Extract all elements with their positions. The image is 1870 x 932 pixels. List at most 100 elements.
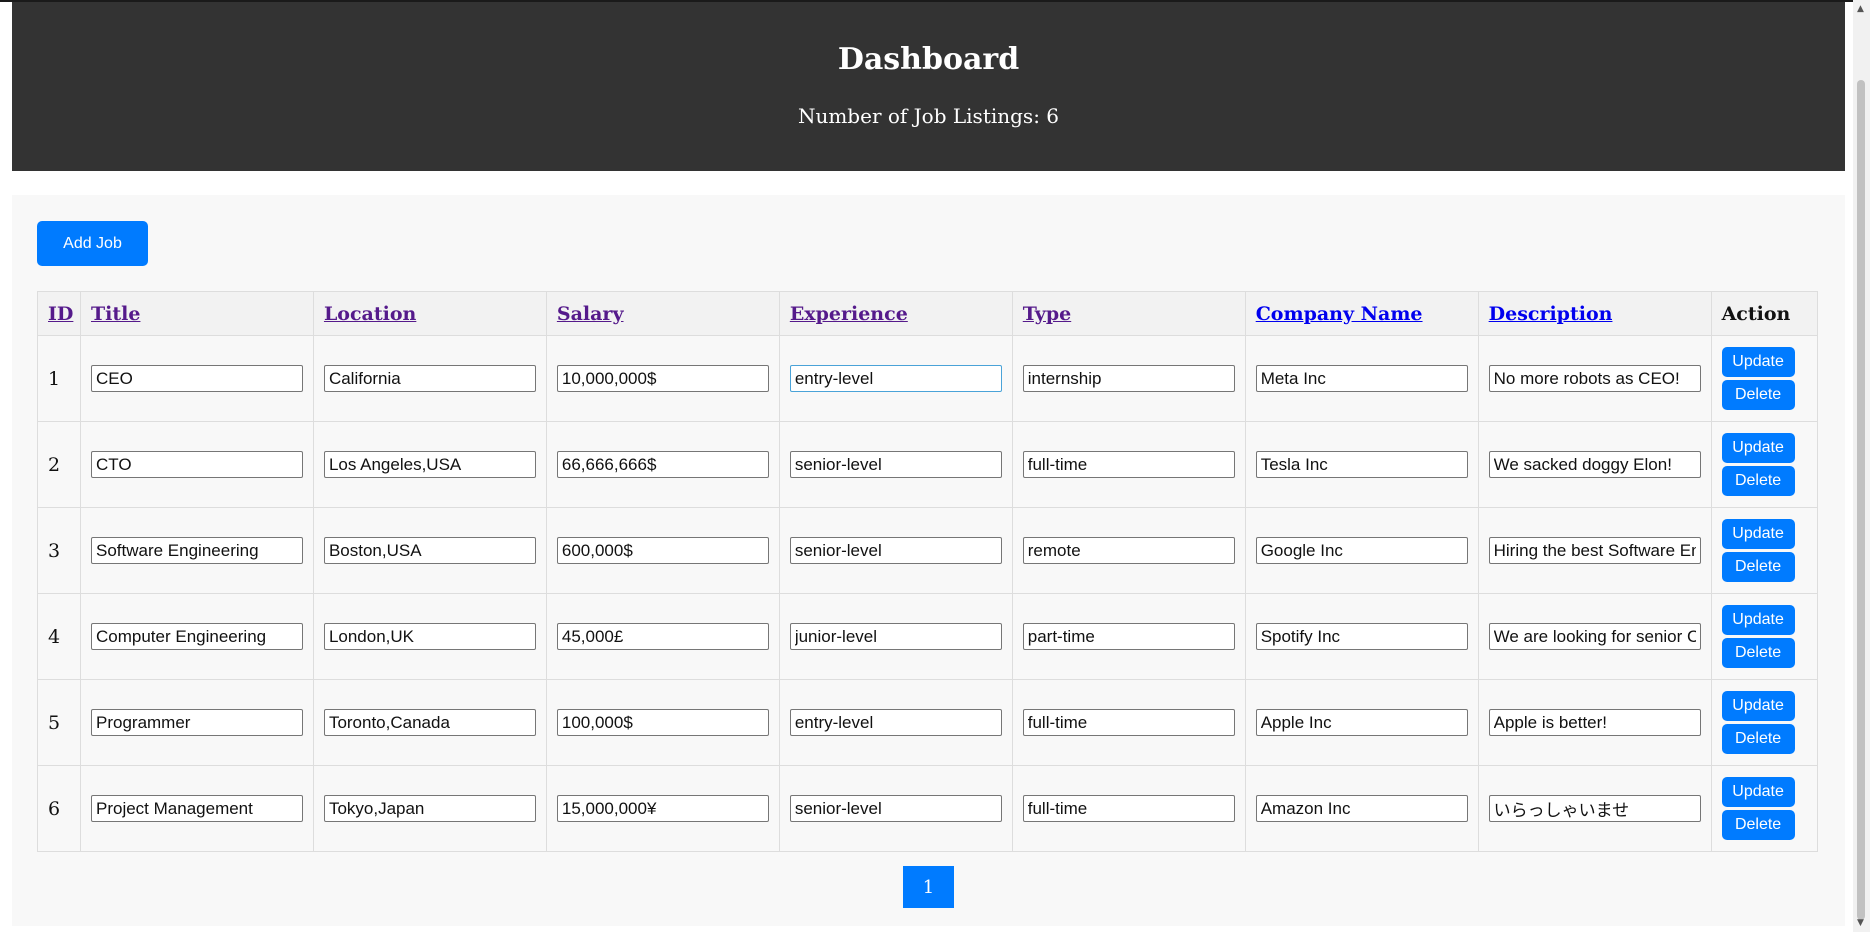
delete-button[interactable]: Delete [1721,466,1795,496]
experience-input[interactable] [789,451,1002,478]
dashboard-header: Dashboard Number of Job Listings: 6 [12,2,1845,171]
add-job-button[interactable]: Add Job [37,221,148,266]
experience-input[interactable] [789,795,1002,822]
scrollbar-thumb[interactable] [1857,80,1865,920]
page-title: Dashboard [837,42,1020,77]
row-id: 2 [37,421,81,508]
table-row: 2 Update Delete [37,421,1819,508]
sort-by-salary-link[interactable]: Salary [557,303,624,325]
row-id: 3 [37,507,81,594]
row-actions: Update Delete [1710,507,1819,594]
table-row: 4 Update Delete [37,593,1819,680]
company-input[interactable] [1255,795,1468,822]
company-input[interactable] [1255,623,1468,650]
sort-by-experience-link[interactable]: Experience [790,303,908,325]
scroll-down-arrow-icon[interactable]: ▼ [1857,918,1864,928]
job-listing-count: Number of Job Listings: 6 [797,104,1060,128]
experience-input[interactable] [789,623,1002,650]
row-id: 1 [37,335,81,422]
sort-by-company-link[interactable]: Company Name [1256,303,1423,325]
scroll-up-arrow-icon[interactable]: ▲ [1857,4,1864,14]
delete-button[interactable]: Delete [1721,638,1795,668]
row-id: 5 [37,679,81,766]
vertical-scrollbar[interactable]: ▲ ▼ [1853,0,1870,932]
table-row: 1 Update Delete [37,335,1819,422]
experience-input[interactable] [789,709,1002,736]
salary-input[interactable] [556,795,769,822]
column-header-action: Action [1710,291,1819,336]
title-input[interactable] [91,709,303,736]
row-id: 4 [37,593,81,680]
column-header-company: Company Name [1244,291,1479,336]
main-content: Add Job ID Title Location Salary Experie… [12,195,1845,926]
column-header-location: Location [312,291,547,336]
column-header-description: Description [1477,291,1712,336]
location-input[interactable] [323,537,536,564]
update-button[interactable]: Update [1721,433,1795,463]
location-input[interactable] [323,623,536,650]
company-input[interactable] [1255,537,1468,564]
sort-by-type-link[interactable]: Type [1023,303,1071,325]
sort-by-description-link[interactable]: Description [1489,303,1613,325]
title-input[interactable] [91,795,303,822]
description-input[interactable] [1488,537,1701,564]
description-input[interactable] [1488,451,1701,478]
sort-by-id-link[interactable]: ID [48,303,73,325]
title-input[interactable] [91,365,303,392]
location-input[interactable] [323,709,536,736]
location-input[interactable] [323,795,536,822]
row-actions: Update Delete [1710,679,1819,766]
experience-input[interactable] [789,365,1002,392]
company-input[interactable] [1255,451,1468,478]
table-row: 3 Update Delete [37,507,1819,594]
delete-button[interactable]: Delete [1721,724,1795,754]
update-button[interactable]: Update [1721,691,1795,721]
type-input[interactable] [1022,537,1235,564]
update-button[interactable]: Update [1721,777,1795,807]
update-button[interactable]: Update [1721,519,1795,549]
company-input[interactable] [1255,709,1468,736]
title-input[interactable] [91,623,303,650]
table-header-row: ID Title Location Salary Experience Type… [37,291,1819,336]
type-input[interactable] [1022,451,1235,478]
delete-button[interactable]: Delete [1721,380,1795,410]
salary-input[interactable] [556,623,769,650]
description-input[interactable] [1488,709,1701,736]
salary-input[interactable] [556,709,769,736]
location-input[interactable] [323,451,536,478]
pagination-page-button[interactable]: 1 [903,866,954,908]
row-actions: Update Delete [1710,765,1819,852]
type-input[interactable] [1022,623,1235,650]
salary-input[interactable] [556,451,769,478]
column-header-type: Type [1011,291,1246,336]
delete-button[interactable]: Delete [1721,552,1795,582]
experience-input[interactable] [789,537,1002,564]
company-input[interactable] [1255,365,1468,392]
column-header-title: Title [80,291,314,336]
row-actions: Update Delete [1710,593,1819,680]
title-input[interactable] [91,537,303,564]
description-input[interactable] [1488,623,1701,650]
sort-by-location-link[interactable]: Location [324,303,416,325]
update-button[interactable]: Update [1721,605,1795,635]
update-button[interactable]: Update [1721,347,1795,377]
table-row: 6 Update Delete [37,765,1819,852]
column-header-experience: Experience [778,291,1013,336]
title-input[interactable] [91,451,303,478]
job-listings-table: ID Title Location Salary Experience Type… [37,291,1819,852]
table-row: 5 Update Delete [37,679,1819,766]
row-actions: Update Delete [1710,335,1819,422]
type-input[interactable] [1022,365,1235,392]
row-id: 6 [37,765,81,852]
sort-by-title-link[interactable]: Title [91,303,140,325]
delete-button[interactable]: Delete [1721,810,1795,840]
salary-input[interactable] [556,365,769,392]
column-header-id: ID [37,291,81,336]
description-input[interactable] [1488,365,1701,392]
type-input[interactable] [1022,709,1235,736]
location-input[interactable] [323,365,536,392]
type-input[interactable] [1022,795,1235,822]
row-actions: Update Delete [1710,421,1819,508]
description-input[interactable] [1488,795,1701,822]
salary-input[interactable] [556,537,769,564]
